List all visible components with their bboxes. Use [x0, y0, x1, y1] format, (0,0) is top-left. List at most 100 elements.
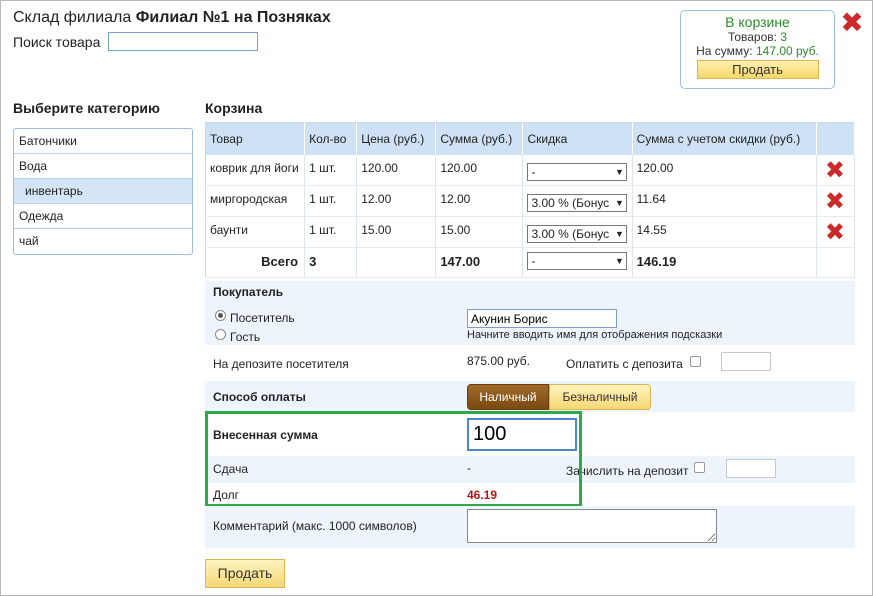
total-price-empty — [356, 247, 437, 278]
table-header: Товар Кол-во Цена (руб.) Сумма (руб.) Ск… — [205, 122, 856, 155]
item-price: 15.00 — [356, 216, 437, 248]
table-row: коврик для йоги 1 шт. 120.00 120.00 - ▼ 1… — [205, 154, 856, 186]
cart-items-count: Товаров: 3 — [681, 30, 834, 44]
item-name: миргородская — [205, 185, 306, 217]
title-prefix: Склад филиала — [13, 9, 132, 26]
close-icon[interactable]: ✖ — [839, 9, 865, 37]
table-row: баунти 1 шт. 15.00 15.00 3.00 % (Бонус ▼ … — [205, 216, 856, 248]
warehouse-dialog: Склад филиала Филиал №1 на Позняках Поис… — [0, 0, 873, 596]
total-discount-value: - — [531, 254, 536, 268]
search-input[interactable] — [108, 32, 258, 51]
discount-select[interactable]: 3.00 % (Бонус ▼ — [527, 193, 628, 212]
discount-select[interactable]: 3.00 % (Бонус ▼ — [527, 224, 628, 243]
change-label: Сдача — [213, 462, 249, 476]
delete-icon[interactable]: ✖ — [825, 189, 845, 213]
total-sum: 147.00 — [435, 247, 524, 278]
categories-title: Выберите категорию — [13, 100, 160, 116]
items-value: 3 — [780, 30, 788, 44]
total-label: Всего — [205, 247, 306, 278]
dropdown-arrow-icon: ▼ — [612, 253, 627, 269]
dropdown-arrow-icon: ▼ — [612, 163, 627, 180]
item-total: 11.64 — [632, 185, 817, 217]
total-qty: 3 — [304, 247, 358, 278]
buyer-name-input[interactable] — [467, 309, 617, 328]
column-header: Кол-во — [304, 122, 358, 155]
credit-deposit-input[interactable] — [726, 459, 776, 478]
item-sum: 12.00 — [435, 185, 524, 217]
radio-visitor-label: Посетитель — [230, 311, 295, 325]
pay-cash-button[interactable]: Наличный — [467, 384, 549, 410]
column-header: Сумма с учетом скидки (руб.) — [632, 122, 817, 155]
item-price: 12.00 — [356, 185, 437, 217]
discount-cell: 3.00 % (Бонус ▼ — [522, 185, 633, 217]
deposit-amount-input[interactable] — [721, 352, 771, 371]
column-header: Сумма (руб.) — [435, 122, 524, 155]
category-item[interactable]: чай — [14, 229, 192, 254]
search-label: Поиск товара — [13, 34, 101, 50]
debt-label: Долг — [213, 488, 240, 502]
name-hint: Начните вводить имя для отображения подс… — [467, 329, 723, 341]
deposit-value: 875.00 руб. — [467, 354, 530, 368]
discount-cell: 3.00 % (Бонус ▼ — [522, 216, 633, 248]
item-sum: 15.00 — [435, 216, 524, 248]
cart-summary-box: В корзине Товаров: 3 На сумму: 147.00 ру… — [680, 10, 835, 89]
delete-icon[interactable]: ✖ — [825, 158, 845, 182]
sum-label: На сумму: — [696, 44, 753, 58]
pay-deposit-label: Оплатить с депозита — [566, 357, 683, 371]
paid-amount-label: Внесенная сумма — [213, 428, 318, 442]
total-discount-select[interactable]: - ▼ — [527, 252, 628, 270]
summary-sell-button[interactable]: Продать — [696, 60, 819, 79]
total-row: Всего 3 147.00 - ▼ 146.19 — [205, 247, 856, 278]
debt-value: 46.19 — [467, 488, 498, 502]
deposit-label: На депозите посетителя — [213, 357, 349, 371]
buyer-title: Покупатель — [213, 285, 284, 299]
total-with-discount: 146.19 — [632, 247, 817, 278]
discount-value: 3.00 % (Бонус — [531, 226, 610, 241]
discount-cell: - ▼ — [522, 154, 633, 186]
item-name: баунти — [205, 216, 306, 248]
credit-deposit-checkbox[interactable] — [694, 462, 705, 473]
pay-card-button[interactable]: Безналичный — [549, 384, 651, 410]
item-price: 120.00 — [356, 154, 437, 186]
item-total: 14.55 — [632, 216, 817, 248]
radio-guest[interactable] — [215, 329, 226, 340]
radio-visitor[interactable] — [215, 310, 226, 321]
credit-deposit-label: Зачислить на депозит — [566, 464, 689, 478]
items-label: Товаров: — [727, 30, 777, 44]
dropdown-arrow-icon: ▼ — [612, 225, 627, 242]
radio-guest-label: Гость — [230, 330, 261, 344]
cart-table: Товар Кол-во Цена (руб.) Сумма (руб.) Ск… — [205, 122, 856, 278]
payment-method-title: Способ оплаты — [213, 390, 306, 404]
category-item[interactable]: Одежда — [14, 204, 192, 229]
column-header — [816, 122, 856, 155]
discount-value: 3.00 % (Бонус — [531, 195, 610, 210]
pay-deposit-checkbox[interactable] — [690, 356, 701, 367]
item-sum: 120.00 — [435, 154, 524, 186]
cart-sum: На сумму: 147.00 руб. — [681, 44, 834, 58]
delete-icon[interactable]: ✖ — [825, 220, 845, 244]
category-item[interactable]: Батончики — [14, 129, 192, 154]
column-header: Товар — [205, 122, 306, 155]
total-discount-cell: - ▼ — [522, 247, 633, 278]
column-header: Скидка — [522, 122, 633, 155]
sell-button[interactable]: Продать — [205, 559, 285, 588]
total-empty — [816, 247, 856, 278]
discount-value: - — [531, 164, 536, 179]
comment-textarea[interactable] — [467, 509, 717, 543]
change-value: - — [467, 461, 471, 475]
category-item-active[interactable]: инвентарь — [14, 179, 192, 204]
category-list: Батончики Вода инвентарь Одежда чай — [13, 128, 193, 255]
page-title: Склад филиала Филиал №1 на Позняках — [13, 9, 331, 27]
column-header: Цена (руб.) — [356, 122, 437, 155]
branch-name: Филиал №1 на Позняках — [135, 9, 331, 26]
item-total: 120.00 — [632, 154, 817, 186]
item-name: коврик для йоги — [205, 154, 306, 186]
item-qty: 1 шт. — [304, 154, 358, 186]
delete-cell: ✖ — [816, 216, 856, 248]
comment-label: Комментарий (макс. 1000 символов) — [213, 519, 417, 533]
cart-summary-title: В корзине — [725, 14, 790, 30]
discount-select[interactable]: - ▼ — [527, 162, 628, 181]
paid-amount-input[interactable] — [467, 418, 577, 451]
category-item[interactable]: Вода — [14, 154, 192, 179]
item-qty: 1 шт. — [304, 185, 358, 217]
